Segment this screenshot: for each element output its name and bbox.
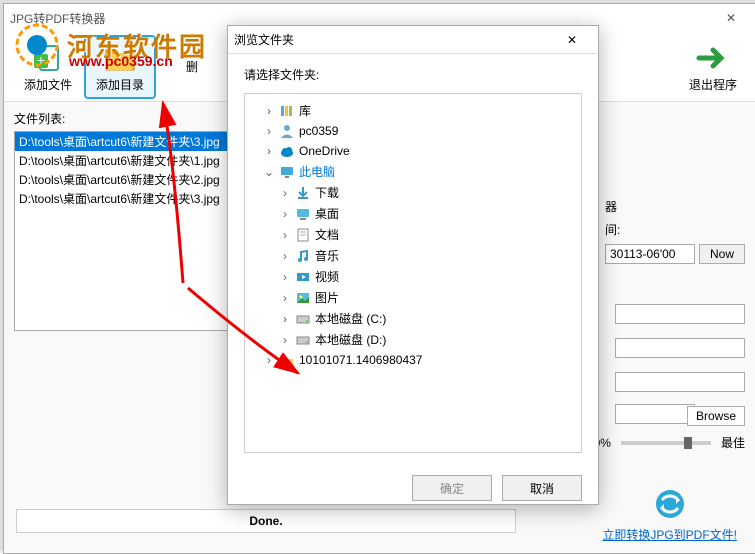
tree-item[interactable]: › 视频 <box>249 266 577 287</box>
delete-button[interactable]: 删 <box>156 35 228 99</box>
tree-item-label: 音乐 <box>315 247 339 264</box>
main-title: JPG转PDF转换器 <box>10 10 105 27</box>
tree-item-label: 视频 <box>315 268 339 285</box>
tree-item[interactable]: › 下载 <box>249 182 577 203</box>
delete-label: 删 <box>186 58 198 75</box>
expand-arrow-icon[interactable]: › <box>279 207 291 221</box>
disk-icon <box>295 332 311 348</box>
tree-item-label: 下载 <box>315 184 339 201</box>
tree-item-label: 图片 <box>315 289 339 306</box>
video-icon <box>295 269 311 285</box>
tree-item[interactable]: › 本地磁盘 (C:) <box>249 308 577 329</box>
quality-row: 80% 最佳 <box>587 434 745 451</box>
svg-text:+: + <box>37 52 45 68</box>
tree-item[interactable]: › pc0359 <box>249 121 577 141</box>
status-bar: Done. <box>16 509 516 533</box>
text-input[interactable] <box>615 372 745 392</box>
quality-slider[interactable] <box>621 441 711 445</box>
pic-icon <box>295 290 311 306</box>
expand-arrow-icon[interactable]: › <box>279 186 291 200</box>
expand-arrow-icon[interactable]: › <box>279 333 291 347</box>
add-file-label: 添加文件 <box>24 76 72 93</box>
tree-item[interactable]: › 文档 <box>249 224 577 245</box>
cancel-button[interactable]: 取消 <box>502 475 582 501</box>
right-panel: 器 间: Now <box>605 192 745 270</box>
dialog-body: 请选择文件夹: ›库›pc0359›OneDrive⌄此电脑›下载›桌面›文档›… <box>228 54 598 465</box>
text-input[interactable] <box>615 304 745 324</box>
desktop-icon <box>295 206 311 222</box>
slider-thumb[interactable] <box>684 437 692 449</box>
disk-icon <box>295 311 311 327</box>
tree-item-label: 10101071.1406980437 <box>299 353 422 367</box>
add-directory-label: 添加目录 <box>96 76 144 93</box>
tree-item-label: 库 <box>299 102 311 119</box>
tree-item-label: 本地磁盘 (D:) <box>315 331 386 348</box>
tree-item-label: pc0359 <box>299 124 338 138</box>
date-input[interactable] <box>605 244 695 264</box>
download-icon <box>295 185 311 201</box>
tree-item[interactable]: › 桌面 <box>249 203 577 224</box>
convert-icon <box>652 486 688 522</box>
folder-tree[interactable]: ›库›pc0359›OneDrive⌄此电脑›下载›桌面›文档›音乐›视频›图片… <box>244 93 582 453</box>
exit-icon <box>695 40 731 76</box>
dialog-titlebar: 浏览文件夹 ✕ <box>228 26 598 54</box>
expand-arrow-icon[interactable]: › <box>279 291 291 305</box>
label: 间: <box>605 221 620 238</box>
doc-icon <box>295 227 311 243</box>
folder-icon <box>279 352 295 368</box>
quality-best-label: 最佳 <box>721 434 745 451</box>
expand-arrow-icon[interactable]: › <box>279 228 291 242</box>
tree-item[interactable]: › OneDrive <box>249 141 577 161</box>
tree-item-label: 本地磁盘 (C:) <box>315 310 386 327</box>
expand-arrow-icon[interactable]: ⌄ <box>263 165 275 179</box>
dialog-buttons: 确定 取消 <box>228 465 598 511</box>
tree-item-label: OneDrive <box>299 144 350 158</box>
expand-arrow-icon[interactable]: › <box>263 353 275 367</box>
pc-icon <box>279 164 295 180</box>
now-button[interactable]: Now <box>699 244 745 264</box>
convert-label: 立即转换JPG到PDF文件! <box>602 528 737 542</box>
expand-arrow-icon[interactable]: › <box>263 104 275 118</box>
dialog-title: 浏览文件夹 <box>234 31 294 48</box>
add-file-icon: + <box>30 40 66 76</box>
convert-button[interactable]: 立即转换JPG到PDF文件! <box>602 486 737 543</box>
exit-label: 退出程序 <box>689 76 737 93</box>
expand-arrow-icon[interactable]: › <box>263 144 275 158</box>
ok-button[interactable]: 确定 <box>412 475 492 501</box>
browse-folder-dialog: 浏览文件夹 ✕ 请选择文件夹: ›库›pc0359›OneDrive⌄此电脑›下… <box>227 25 599 505</box>
tree-item[interactable]: › 图片 <box>249 287 577 308</box>
tree-item[interactable]: › 10101071.1406980437 <box>249 350 577 370</box>
tree-item[interactable]: › 音乐 <box>249 245 577 266</box>
library-icon <box>279 103 295 119</box>
cloud-icon <box>279 143 295 159</box>
folder-icon <box>102 40 138 76</box>
text-input[interactable] <box>615 338 745 358</box>
expand-arrow-icon[interactable]: › <box>279 270 291 284</box>
user-icon <box>279 123 295 139</box>
tree-item[interactable]: › 本地磁盘 (D:) <box>249 329 577 350</box>
expand-arrow-icon[interactable]: › <box>279 312 291 326</box>
tree-item-label: 此电脑 <box>299 163 335 180</box>
label: 器 <box>605 198 617 215</box>
add-file-button[interactable]: + 添加文件 <box>12 35 84 99</box>
expand-arrow-icon[interactable]: › <box>263 124 275 138</box>
tree-item-label: 桌面 <box>315 205 339 222</box>
browse-button[interactable]: Browse <box>687 406 745 426</box>
tree-item[interactable]: ›库 <box>249 100 577 121</box>
exit-button[interactable]: 退出程序 <box>677 35 749 99</box>
add-directory-button[interactable]: 添加目录 <box>84 35 156 99</box>
expand-arrow-icon[interactable]: › <box>279 249 291 263</box>
tree-item[interactable]: ⌄ 此电脑 <box>249 161 577 182</box>
dialog-prompt: 请选择文件夹: <box>244 66 582 83</box>
tree-item-label: 文档 <box>315 226 339 243</box>
main-close-button[interactable]: ✕ <box>711 11 751 25</box>
path-input[interactable] <box>615 404 695 424</box>
dialog-close-button[interactable]: ✕ <box>552 33 592 47</box>
music-icon <box>295 248 311 264</box>
